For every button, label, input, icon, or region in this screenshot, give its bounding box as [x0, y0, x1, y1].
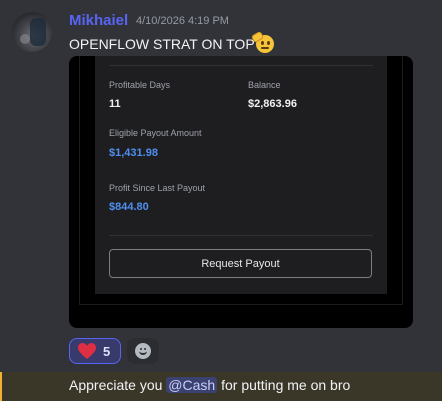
message-content: OPENFLOW STRAT ON TOP	[69, 36, 255, 52]
message-text: OPENFLOW STRAT ON TOP	[69, 30, 274, 53]
message: Mikhaiel 4/10/2026 4:19 PM OPENFLOW STRA…	[0, 0, 442, 372]
profitable-days-label: Profitable Days	[109, 80, 171, 90]
add-reaction-icon	[135, 343, 151, 359]
mention-highlight-bar	[0, 372, 2, 401]
next-message-prefix: Appreciate you	[69, 377, 167, 393]
reactions: 5	[69, 338, 159, 364]
reaction-count: 5	[103, 343, 111, 359]
next-message-text: Appreciate you @Cash for putting me on b…	[69, 377, 350, 393]
profit-since-value: $844.80	[109, 201, 149, 213]
divider	[109, 235, 373, 236]
eligible-payout-label: Eligible Payout Amount	[109, 128, 202, 138]
balance-label: Balance	[248, 80, 281, 90]
saluting-face-icon	[250, 30, 274, 53]
profitable-days-value: 11	[109, 98, 121, 110]
timestamp: 4/10/2026 4:19 PM	[136, 15, 229, 27]
username[interactable]: Mikhaiel	[69, 12, 128, 29]
user-mention[interactable]: @Cash	[166, 377, 218, 393]
heart-icon	[78, 343, 96, 359]
avatar[interactable]	[12, 12, 52, 52]
add-reaction-button[interactable]	[127, 338, 159, 364]
profit-since-label: Profit Since Last Payout	[109, 183, 206, 193]
payout-card: Profitable Days 11 Balance $2,863.96 Eli…	[95, 56, 387, 294]
image-attachment[interactable]: Profitable Days 11 Balance $2,863.96 Eli…	[69, 56, 413, 328]
next-message-suffix: for putting me on bro	[217, 377, 351, 393]
request-payout-button[interactable]: Request Payout	[109, 249, 372, 278]
next-message: Appreciate you @Cash for putting me on b…	[0, 372, 442, 401]
divider	[109, 65, 373, 66]
heart-reaction[interactable]: 5	[69, 338, 121, 364]
eligible-payout-value: $1,431.98	[109, 147, 158, 159]
balance-value: $2,863.96	[248, 98, 297, 110]
